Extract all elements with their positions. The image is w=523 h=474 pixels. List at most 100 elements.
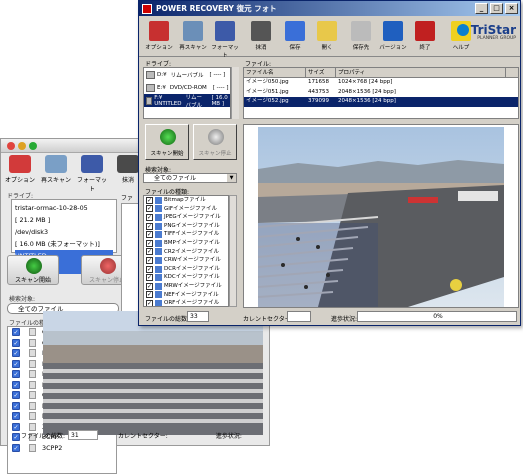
checkbox[interactable]: ✓: [12, 359, 20, 368]
file-icon: [155, 291, 162, 299]
toolbar-button-0[interactable]: オプション: [143, 19, 175, 55]
drive-item[interactable]: D:¥ リムーバブル[ ---- ]: [144, 68, 230, 81]
app-icon: [142, 3, 152, 14]
checkbox[interactable]: ✓: [146, 222, 153, 230]
window-title: POWER RECOVERY 復元 フォト: [156, 4, 277, 13]
file-type-item[interactable]: ✓ MRWイメージファイル: [144, 282, 228, 291]
drive-item[interactable]: [ 16.0 MB (未フォーマット)]: [15, 238, 113, 250]
checkbox[interactable]: ✓: [146, 213, 153, 221]
save-to-icon: [351, 21, 371, 41]
toolbar-button-1[interactable]: 再スキャン: [177, 19, 209, 55]
checkbox[interactable]: ✓: [12, 401, 20, 410]
file-type-item[interactable]: ✓ GIFイメージファイル: [144, 205, 228, 214]
drive-list[interactable]: D:¥ リムーバブル[ ---- ] E:¥ DVD/CD-ROM[ ---- ] F:…: [143, 67, 231, 119]
chevron-down-icon[interactable]: ▼: [227, 174, 236, 182]
drive-item[interactable]: tristar-ormac-10-28-05: [15, 202, 113, 214]
file-count-value: 31: [68, 430, 99, 440]
drive-item[interactable]: [ 21.2 MB ]: [15, 214, 113, 226]
file-type-item[interactable]: ✓ CRWイメージファイル: [144, 256, 228, 265]
close-window-button[interactable]: [7, 142, 15, 150]
format-icon: [81, 155, 103, 173]
file-row[interactable]: イメージ050.jpg 171658 1024×768 [24 bpp]: [244, 78, 518, 88]
file-type-item[interactable]: ✓ KDCイメージファイル: [144, 273, 228, 282]
file-count-value: 33: [187, 311, 209, 322]
file-types-scrollbar[interactable]: [229, 195, 237, 307]
file-row[interactable]: イメージ051.jpg 443753 2048×1536 [24 bpp]: [244, 88, 518, 98]
file-icon: [29, 338, 36, 347]
drive-icon: [146, 96, 153, 105]
toolbar-button-4[interactable]: 保存: [279, 19, 311, 55]
checkbox[interactable]: ✓: [12, 349, 20, 358]
rescan-icon: [183, 21, 203, 41]
filter-select[interactable]: 全てのファイル ▼: [143, 173, 237, 183]
checkbox[interactable]: ✓: [146, 196, 153, 204]
file-type-item[interactable]: ✓ Bitmapファイル: [144, 196, 228, 205]
file-count-label: ファイルの総数:: [21, 432, 66, 440]
checkbox[interactable]: ✓: [146, 274, 153, 282]
scan-start-button[interactable]: スキャン開始: [7, 255, 59, 285]
toolbar-button-8[interactable]: 終了: [409, 19, 441, 55]
checkbox[interactable]: ✓: [146, 248, 153, 256]
checkbox[interactable]: ✓: [12, 370, 20, 379]
checkbox[interactable]: ✓: [146, 291, 153, 299]
column-size[interactable]: サイズ: [306, 68, 336, 77]
file-type-item[interactable]: ✓ JPEGイメージファイル: [144, 213, 228, 222]
file-type-item[interactable]: ✓ DCRイメージファイル: [144, 265, 228, 274]
file-list[interactable]: [121, 203, 139, 323]
toolbar-button-2[interactable]: フォーマット: [75, 153, 109, 193]
checkbox[interactable]: ✓: [146, 299, 153, 306]
checkbox[interactable]: ✓: [146, 256, 153, 264]
scan-start-button[interactable]: スキャン開始: [145, 124, 189, 160]
checkbox[interactable]: ✓: [146, 282, 153, 290]
checkbox[interactable]: ✓: [12, 412, 20, 421]
file-type-item[interactable]: ✓ NEFイメージファイル: [144, 291, 228, 300]
erase-icon: [117, 155, 139, 173]
window-titlebar[interactable]: POWER RECOVERY 復元 フォト _ □ ×: [139, 1, 520, 16]
toolbar-button-3[interactable]: 抹消: [245, 19, 277, 55]
checkbox[interactable]: ✓: [12, 328, 20, 337]
minimize-window-button[interactable]: [18, 142, 26, 150]
file-list[interactable]: ファイル名 サイズ プロパティ イメージ050.jpg 171658 1024×76…: [243, 67, 519, 119]
tristar-logo: TriStar PLANNER GROUP: [456, 23, 516, 41]
drive-icon: [146, 83, 155, 92]
column-property[interactable]: プロパティ: [336, 68, 506, 77]
checkbox[interactable]: ✓: [12, 338, 20, 347]
file-type-item[interactable]: ✓ ORFイメージファイル: [144, 299, 228, 306]
file-column-header: ファ: [121, 195, 134, 202]
file-type-item[interactable]: ✓ BMPイメージファイル: [144, 239, 228, 248]
progress-label: 進歩状況:: [331, 316, 358, 323]
drive-scrollbar[interactable]: [231, 67, 239, 119]
drive-item[interactable]: F:¥ UNTITLED リムーバブル[ 16.0 MB ]: [144, 94, 230, 109]
drive-item[interactable]: /dev/disk3: [15, 226, 113, 238]
toolbar-button-7[interactable]: バージョン: [377, 19, 409, 55]
toolbar-button-5[interactable]: 開く: [311, 19, 343, 55]
file-list-header: ファイル名 サイズ プロパティ: [244, 68, 518, 78]
checkbox[interactable]: ✓: [12, 391, 20, 400]
toolbar-button-2[interactable]: フォーマット: [209, 19, 241, 59]
toolbar-button-0[interactable]: オプション: [3, 153, 37, 189]
file-icon: [155, 282, 162, 290]
toolbar-button-1[interactable]: 再スキャン: [39, 153, 73, 189]
file-icon: [29, 370, 36, 379]
options-icon: [9, 155, 31, 173]
scan-stop-button[interactable]: スキャン停止: [193, 124, 237, 160]
checkbox[interactable]: ✓: [146, 239, 153, 247]
file-icon: [155, 231, 162, 239]
file-type-item[interactable]: ✓ PNGイメージファイル: [144, 222, 228, 231]
checkbox[interactable]: ✓: [146, 205, 153, 213]
file-icon: [155, 239, 162, 247]
maximize-button[interactable]: □: [490, 3, 503, 14]
toolbar-button-6[interactable]: 保存先: [345, 19, 377, 55]
file-row[interactable]: イメージ052.jpg 379099 2048×1536 [24 bpp]: [244, 97, 518, 107]
checkbox[interactable]: ✓: [12, 380, 20, 389]
file-type-item[interactable]: ✓ TIFFイメージファイル: [144, 230, 228, 239]
column-name[interactable]: ファイル名: [244, 68, 306, 77]
zoom-window-button[interactable]: [29, 142, 37, 150]
file-icon: [155, 248, 162, 256]
file-type-item[interactable]: ✓ CR2イメージファイル: [144, 248, 228, 257]
minimize-button[interactable]: _: [475, 3, 488, 14]
drive-list[interactable]: tristar-ormac-10-28-05[ 21.2 MB ]/dev/di…: [11, 199, 117, 274]
close-button[interactable]: ×: [505, 3, 518, 14]
checkbox[interactable]: ✓: [146, 231, 153, 239]
checkbox[interactable]: ✓: [146, 265, 153, 273]
